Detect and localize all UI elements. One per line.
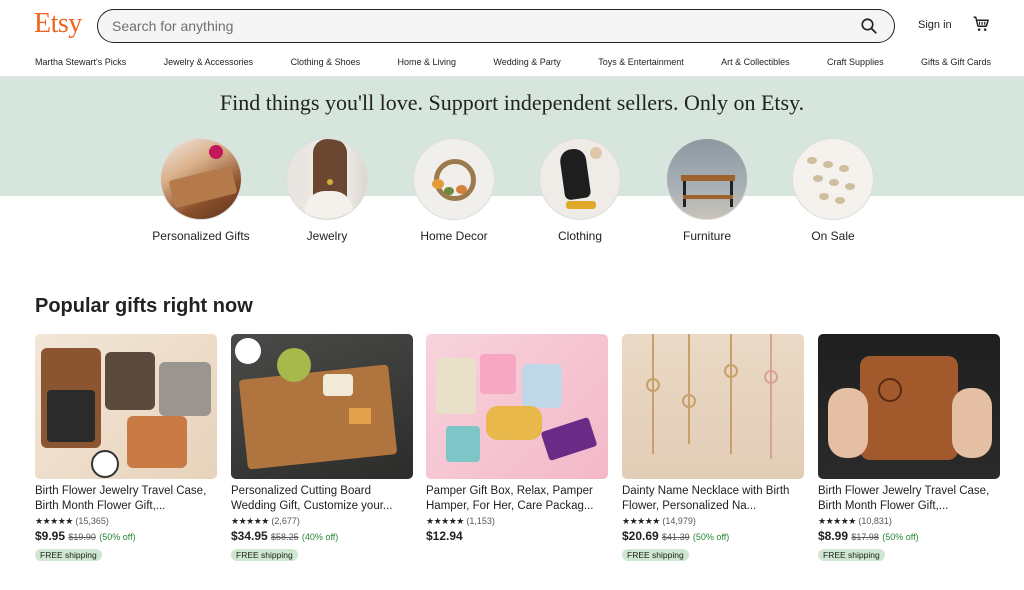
category-on-sale[interactable]: On Sale <box>783 138 883 243</box>
category-jewelry[interactable]: Jewelry <box>277 138 377 243</box>
free-shipping-badge: FREE shipping <box>231 549 298 561</box>
nav-item-wedding-party[interactable]: Wedding & Party <box>493 52 560 74</box>
category-image[interactable] <box>792 138 874 220</box>
product-card[interactable]: Dainty Name Necklace with Birth Flower, … <box>622 334 804 563</box>
hero-title: Find things you'll love. Support indepen… <box>219 90 805 115</box>
product-price: $9.95 $19.90 (50% off) <box>35 528 217 545</box>
rating-stars: ★★★★★ <box>426 516 464 526</box>
price-original: $17.98 <box>851 532 879 542</box>
rating-stars: ★★★★★ <box>35 516 73 526</box>
price-current: $12.94 <box>426 529 463 543</box>
category-label: On Sale <box>811 229 855 243</box>
category-image[interactable] <box>286 138 368 220</box>
price-discount: (50% off) <box>692 532 730 542</box>
category-label: Personalized Gifts <box>152 229 250 243</box>
nav-item-home-living[interactable]: Home & Living <box>398 52 457 74</box>
review-count: (10,831) <box>858 516 892 526</box>
nav-item-toys-entertainment[interactable]: Toys & Entertainment <box>598 52 684 74</box>
rating-stars: ★★★★★ <box>231 516 269 526</box>
review-count: (2,677) <box>271 516 300 526</box>
price-current: $34.95 <box>231 529 268 543</box>
category-label: Jewelry <box>306 229 348 243</box>
price-discount: (50% off) <box>99 532 136 542</box>
rating-stars: ★★★★★ <box>818 516 856 526</box>
product-image[interactable] <box>231 334 413 479</box>
price-original: $19.90 <box>68 532 96 542</box>
etsy-logo[interactable]: Etsy <box>34 8 82 40</box>
product-image[interactable] <box>426 334 608 479</box>
price-original: $58.25 <box>271 532 299 542</box>
product-image[interactable] <box>622 334 804 479</box>
product-title[interactable]: Birth Flower Jewelry Travel Case, Birth … <box>818 484 1000 514</box>
category-personalized-gifts[interactable]: Personalized Gifts <box>151 138 251 243</box>
product-image[interactable] <box>818 334 1000 479</box>
price-current: $9.95 <box>35 529 66 543</box>
search-input[interactable] <box>112 17 832 35</box>
category-home-decor[interactable]: Home Decor <box>404 138 504 243</box>
product-rating: ★★★★★ (15,365) <box>35 515 217 527</box>
product-price: $20.69 $41.39 (50% off) <box>622 528 804 545</box>
category-clothing[interactable]: Clothing <box>530 138 630 243</box>
price-discount: (50% off) <box>882 532 919 542</box>
nav-item-craft-supplies[interactable]: Craft Supplies <box>827 52 884 74</box>
product-image[interactable] <box>35 334 217 479</box>
rating-stars: ★★★★★ <box>622 516 660 526</box>
product-card[interactable]: Personalized Cutting Board Wedding Gift,… <box>231 334 413 563</box>
product-rating: ★★★★★ (14,979) <box>622 515 804 527</box>
free-shipping-badge: FREE shipping <box>35 549 102 561</box>
category-image[interactable] <box>413 138 495 220</box>
category-image[interactable] <box>666 138 748 220</box>
review-count: (14,979) <box>662 516 696 526</box>
category-label: Clothing <box>557 229 603 243</box>
product-price: $34.95 $58.25 (40% off) <box>231 528 413 545</box>
category-image[interactable] <box>160 138 242 220</box>
product-title[interactable]: Pamper Gift Box, Relax, Pamper Hamper, F… <box>426 484 608 514</box>
cart-icon[interactable] <box>972 15 990 33</box>
price-current: $8.99 <box>818 529 849 543</box>
product-card[interactable]: Birth Flower Jewelry Travel Case, Birth … <box>818 334 1000 563</box>
product-card[interactable]: Pamper Gift Box, Relax, Pamper Hamper, F… <box>426 334 608 544</box>
sign-in-link[interactable]: Sign in <box>918 19 952 31</box>
product-rating: ★★★★★ (1,153) <box>426 515 608 527</box>
product-price: $8.99 $17.98 (50% off) <box>818 528 1000 545</box>
nav-item-gifts-gift-cards[interactable]: Gifts & Gift Cards <box>921 52 991 74</box>
nav-item-jewelry-accessories[interactable]: Jewelry & Accessories <box>164 52 254 74</box>
review-count: (15,365) <box>75 516 109 526</box>
category-label: Home Decor <box>420 229 488 243</box>
search-icon[interactable] <box>860 17 878 35</box>
product-price: $12.94 <box>426 528 608 544</box>
category-label: Furniture <box>682 229 732 243</box>
nav-item-art-collectibles[interactable]: Art & Collectibles <box>721 52 790 74</box>
product-title[interactable]: Birth Flower Jewelry Travel Case, Birth … <box>35 484 217 514</box>
product-title[interactable]: Personalized Cutting Board Wedding Gift,… <box>231 484 413 514</box>
category-nav: Martha Stewart's Picks Jewelry & Accesso… <box>0 52 1024 74</box>
price-original: $41.39 <box>662 532 690 542</box>
category-furniture[interactable]: Furniture <box>657 138 757 243</box>
product-card[interactable]: Birth Flower Jewelry Travel Case, Birth … <box>35 334 217 563</box>
section-title: Popular gifts right now <box>35 295 253 317</box>
search-bar[interactable] <box>97 9 895 43</box>
nav-item-clothing-shoes[interactable]: Clothing & Shoes <box>291 52 361 74</box>
category-image[interactable] <box>539 138 621 220</box>
review-count: (1,153) <box>466 516 495 526</box>
product-title[interactable]: Dainty Name Necklace with Birth Flower, … <box>622 484 804 514</box>
nav-item-martha-stewarts-picks[interactable]: Martha Stewart's Picks <box>35 52 126 74</box>
product-rating: ★★★★★ (10,831) <box>818 515 1000 527</box>
free-shipping-badge: FREE shipping <box>818 549 885 561</box>
free-shipping-badge: FREE shipping <box>622 549 689 561</box>
price-current: $20.69 <box>622 529 659 543</box>
price-discount: (40% off) <box>301 532 339 542</box>
header: Etsy Sign in <box>0 0 1024 50</box>
product-rating: ★★★★★ (2,677) <box>231 515 413 527</box>
